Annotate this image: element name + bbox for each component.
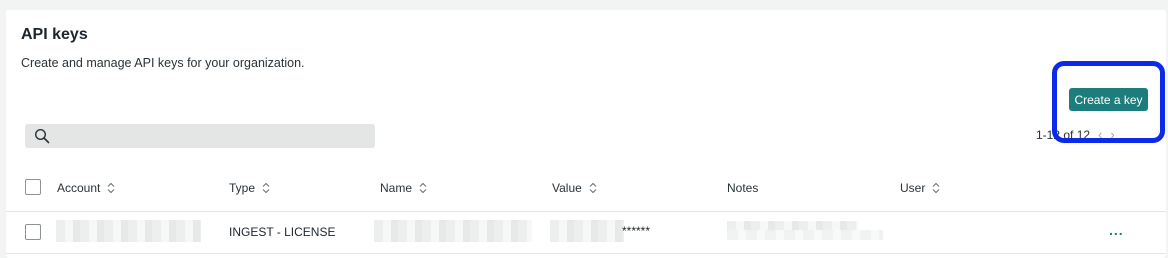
- create-key-button[interactable]: Create a key: [1069, 88, 1148, 111]
- notes-cell-redacted-line2: [727, 230, 883, 240]
- column-header-account[interactable]: Account: [57, 181, 115, 195]
- chevron-right-icon[interactable]: ›: [1110, 127, 1114, 142]
- search-input[interactable]: [50, 124, 375, 148]
- column-header-name[interactable]: Name: [380, 181, 427, 195]
- column-header-value[interactable]: Value: [552, 181, 597, 195]
- account-cell-redacted: [56, 220, 201, 242]
- sort-icon: [419, 182, 427, 194]
- column-header-user[interactable]: User: [900, 181, 940, 195]
- value-cell-redacted: [550, 220, 624, 242]
- sort-icon: [932, 182, 940, 194]
- api-keys-card: API keys Create and manage API keys for …: [6, 10, 1166, 258]
- type-cell: INGEST - LICENSE: [229, 225, 336, 239]
- search-bar[interactable]: [25, 124, 375, 148]
- row-checkbox[interactable]: [25, 224, 41, 240]
- pagination: 1-12 of 12 ‹ ›: [1036, 127, 1115, 142]
- sort-icon: [589, 182, 597, 194]
- name-cell-redacted: [374, 220, 532, 242]
- chevron-left-icon[interactable]: ‹: [1098, 127, 1102, 142]
- column-header-type[interactable]: Type: [229, 181, 270, 195]
- table-row: INGEST - LICENSE ****** ...: [6, 212, 1166, 254]
- select-all-checkbox[interactable]: [25, 179, 41, 195]
- table-header: Account Type Name Value Notes User: [6, 170, 1166, 212]
- sort-icon: [262, 182, 270, 194]
- sort-icon: [107, 182, 115, 194]
- page-title: API keys: [21, 26, 88, 43]
- search-icon: [34, 128, 50, 144]
- value-cell-masked: ******: [622, 224, 651, 238]
- column-header-notes: Notes: [727, 181, 759, 195]
- pagination-text: 1-12 of 12: [1036, 127, 1091, 142]
- page-subtitle: Create and manage API keys for your orga…: [21, 56, 305, 70]
- row-actions-menu[interactable]: ...: [1109, 222, 1124, 238]
